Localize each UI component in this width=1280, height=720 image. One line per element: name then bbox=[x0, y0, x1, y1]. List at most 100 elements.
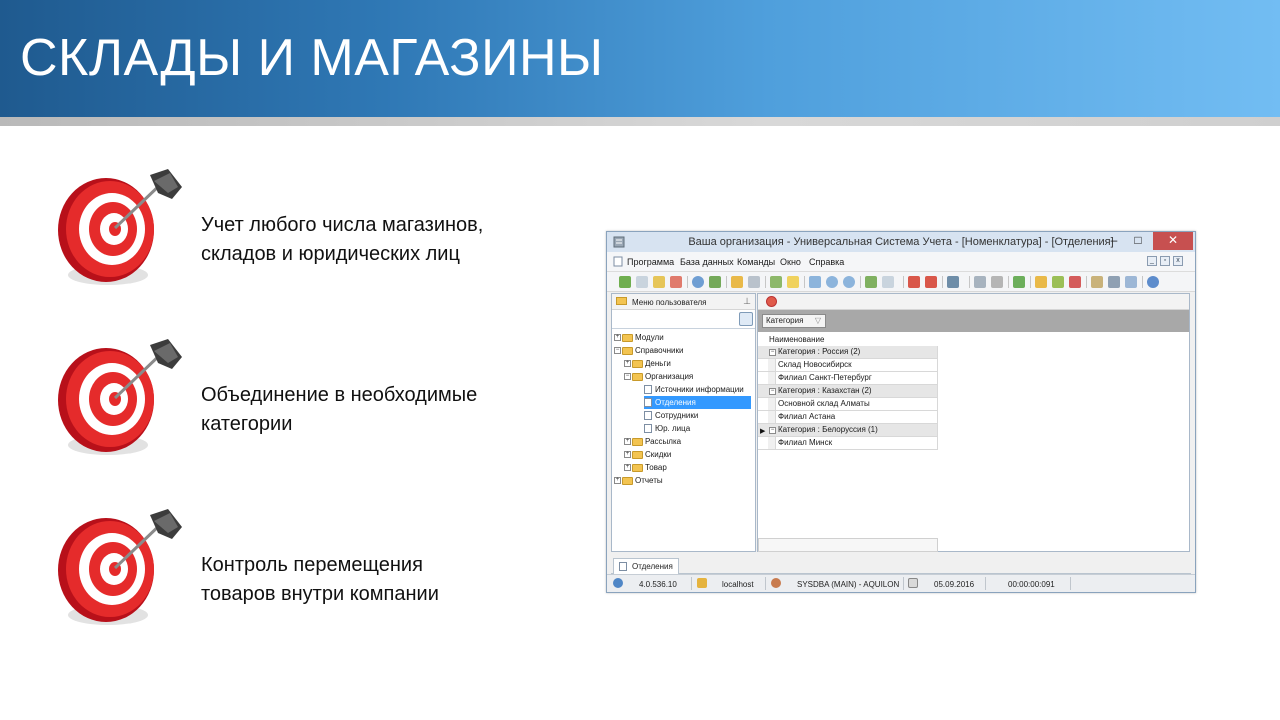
document-icon bbox=[619, 562, 627, 571]
menu-item-help[interactable]: Справка bbox=[809, 257, 844, 267]
last-record-icon[interactable] bbox=[843, 276, 855, 288]
toolbar-separator bbox=[860, 276, 861, 288]
minimize-button[interactable]: – bbox=[1103, 232, 1125, 250]
lock-icon[interactable] bbox=[1035, 276, 1047, 288]
open-window-icon[interactable] bbox=[908, 276, 920, 288]
folder-open-icon bbox=[632, 372, 643, 381]
toolbar bbox=[607, 272, 1195, 292]
print-preview-icon[interactable] bbox=[947, 276, 959, 288]
document-icon bbox=[644, 411, 652, 421]
window-titlebar[interactable]: Ваша организация - Универсальная Система… bbox=[607, 232, 1195, 252]
tree-item-goods[interactable]: + Товар bbox=[624, 461, 667, 474]
close-button[interactable]: ✕ bbox=[1153, 232, 1193, 250]
tree-item-modules[interactable]: + Модули bbox=[614, 331, 664, 344]
slide-header: СКЛАДЫ И МАГАЗИНЫ bbox=[0, 0, 1280, 117]
tree-item-discounts[interactable]: + Скидки bbox=[624, 448, 671, 461]
first-record-icon[interactable] bbox=[809, 276, 821, 288]
maximize-button[interactable]: □ bbox=[1127, 232, 1149, 250]
group-by-chip[interactable]: Категория ▽ bbox=[762, 314, 826, 328]
bullet-line: складов и юридических лиц bbox=[201, 243, 460, 265]
tree-item-label: Сотрудники bbox=[655, 411, 699, 420]
status-bar: 4.0.536.10 localhost SYSDBA (MAIN) - AQU… bbox=[607, 574, 1195, 592]
menu-item-program[interactable]: Программа bbox=[627, 257, 674, 267]
settings-icon[interactable] bbox=[991, 276, 1003, 288]
table-row[interactable]: Филиал Санкт-Петербург bbox=[758, 372, 938, 385]
clear-filter-icon[interactable] bbox=[748, 276, 760, 288]
edit-icon[interactable] bbox=[653, 276, 665, 288]
group-row[interactable]: ▶ − Категория : Белоруссия (1) bbox=[758, 424, 938, 437]
template-icon[interactable] bbox=[882, 276, 894, 288]
menu-item-window[interactable]: Окно bbox=[780, 257, 801, 267]
table-row[interactable]: Филиал Астана bbox=[758, 411, 938, 424]
toolbar-separator bbox=[765, 276, 766, 288]
data-grid: Наименование − Категория : Россия (2) Скл… bbox=[758, 334, 938, 450]
delete-icon[interactable] bbox=[670, 276, 682, 288]
search-icon[interactable] bbox=[739, 312, 753, 326]
calendar-icon[interactable] bbox=[1091, 276, 1103, 288]
menu-item-database[interactable]: База данных bbox=[680, 257, 734, 267]
tab-departments[interactable]: Отделения bbox=[613, 558, 679, 574]
tree-item-label: Юр. лица bbox=[655, 424, 691, 433]
add-icon[interactable] bbox=[619, 276, 631, 288]
copy-icon[interactable] bbox=[636, 276, 648, 288]
close-window-icon[interactable] bbox=[925, 276, 937, 288]
collapse-icon[interactable]: − bbox=[769, 388, 776, 395]
tree-item-mailing[interactable]: + Рассылка bbox=[624, 435, 681, 448]
tree-item-employees[interactable]: Сотрудники bbox=[644, 409, 698, 422]
user-menu-title: Меню пользователя bbox=[632, 298, 707, 307]
tree-item-legal-entities[interactable]: Юр. лица bbox=[644, 422, 690, 435]
document-icon bbox=[644, 385, 652, 395]
users-icon[interactable] bbox=[1052, 276, 1064, 288]
next-record-icon[interactable] bbox=[826, 276, 838, 288]
note-icon[interactable] bbox=[787, 276, 799, 288]
info-icon[interactable] bbox=[1147, 276, 1159, 288]
collapse-icon[interactable]: − bbox=[769, 427, 776, 434]
printer-icon[interactable] bbox=[1108, 276, 1120, 288]
status-date: 05.09.2016 bbox=[934, 580, 975, 589]
filter-icon[interactable] bbox=[731, 276, 743, 288]
stop-icon[interactable] bbox=[766, 296, 777, 307]
tree-item-money[interactable]: + Деньги bbox=[624, 357, 671, 370]
bullet-line: Контроль перемещения bbox=[201, 554, 423, 576]
status-separator bbox=[1070, 577, 1071, 590]
exit-icon[interactable] bbox=[1069, 276, 1081, 288]
bullet-text: Контроль перемещения товаров внутри комп… bbox=[201, 551, 541, 609]
table-row[interactable]: Основной склад Алматы bbox=[758, 398, 938, 411]
tree-item-organization[interactable]: − Организация bbox=[624, 370, 693, 383]
row-text: Категория : Россия (2) bbox=[778, 347, 861, 356]
chart-icon[interactable] bbox=[1013, 276, 1025, 288]
toolbar-separator bbox=[903, 276, 904, 288]
search-icon[interactable] bbox=[692, 276, 704, 288]
bullet-line: Объединение в необходимые bbox=[201, 384, 478, 406]
mdi-close-button[interactable]: x bbox=[1173, 256, 1183, 266]
folder-icon bbox=[632, 463, 643, 472]
bullet-text: Объединение в необходимые категории bbox=[201, 381, 541, 439]
toolbar-separator bbox=[726, 276, 727, 288]
mdi-minimize-button[interactable]: _ bbox=[1147, 256, 1157, 266]
tree-item-directories[interactable]: − Справочники bbox=[614, 344, 683, 357]
menu-search-bar[interactable] bbox=[612, 310, 755, 329]
tree-item-info-sources[interactable]: Источники информации bbox=[644, 383, 744, 396]
tools-icon[interactable] bbox=[974, 276, 986, 288]
menu-item-commands[interactable]: Команды bbox=[737, 257, 775, 267]
filter-icon[interactable]: ▽ bbox=[815, 315, 821, 327]
refresh-icon[interactable] bbox=[709, 276, 721, 288]
table-row[interactable]: Склад Новосибирск bbox=[758, 359, 938, 372]
tree-item-reports[interactable]: + Отчеты bbox=[614, 474, 663, 487]
import-icon[interactable] bbox=[770, 276, 782, 288]
pin-icon[interactable]: ⊥ bbox=[743, 296, 751, 307]
toolbar-separator bbox=[1030, 276, 1031, 288]
column-header-name[interactable]: Наименование bbox=[758, 334, 938, 346]
mdi-restore-button[interactable]: ▫ bbox=[1160, 256, 1170, 266]
header-divider bbox=[0, 117, 1280, 126]
toolbar-separator bbox=[687, 276, 688, 288]
bullet-item: Учет любого числа магазинов, складов и ю… bbox=[50, 165, 550, 305]
table-row[interactable]: Филиал Минск bbox=[758, 437, 938, 450]
export-icon[interactable] bbox=[865, 276, 877, 288]
group-row[interactable]: − Категория : Россия (2) bbox=[758, 346, 938, 359]
collapse-icon[interactable]: − bbox=[769, 349, 776, 356]
mail-icon[interactable] bbox=[1125, 276, 1137, 288]
row-text: Основной склад Алматы bbox=[778, 399, 870, 408]
tree-item-departments[interactable]: Отделения bbox=[644, 396, 751, 409]
group-row[interactable]: − Категория : Казахстан (2) bbox=[758, 385, 938, 398]
